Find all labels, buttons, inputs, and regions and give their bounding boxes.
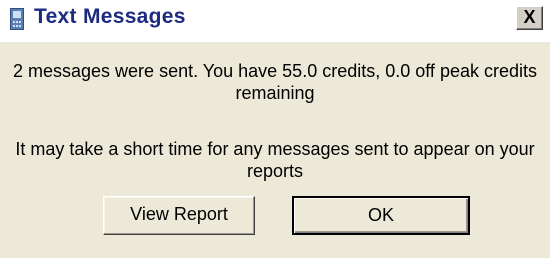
- dialog-title: Text Messages: [34, 5, 186, 28]
- title-bar[interactable]: Text Messages X: [0, 0, 550, 42]
- mobile-phone-icon: [10, 8, 24, 30]
- report-delay-notice: It may take a short time for any message…: [15, 139, 535, 181]
- view-report-button[interactable]: View Report: [103, 196, 255, 235]
- ok-button[interactable]: OK: [292, 196, 470, 235]
- text-messages-dialog: Text Messages X 2 messages were sent. Yo…: [0, 0, 550, 258]
- sent-summary-text: 2 messages were sent. You have 55.0 cred…: [13, 61, 537, 103]
- close-button[interactable]: X: [516, 6, 543, 30]
